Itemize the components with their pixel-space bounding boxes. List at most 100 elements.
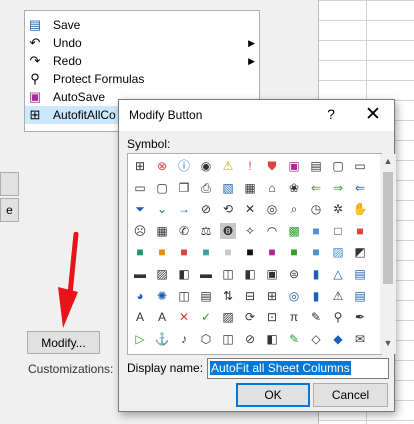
symbol-cell[interactable]: ▨	[220, 309, 236, 325]
symbol-cell[interactable]: ▭	[352, 158, 368, 174]
symbol-cell[interactable]: ⚠	[330, 288, 346, 304]
symbol-cell[interactable]: ◫	[176, 288, 192, 304]
symbol-cell[interactable]: ⟳	[242, 309, 258, 325]
symbol-cell[interactable]: ◷	[308, 201, 324, 217]
symbol-cell[interactable]: ⎙	[198, 180, 214, 196]
symbol-cell[interactable]: ◎	[286, 288, 302, 304]
symbol-cell[interactable]: ⊘	[242, 331, 258, 347]
close-button[interactable]: ✕	[359, 103, 387, 126]
symbol-cell[interactable]: !	[242, 158, 258, 174]
symbol-cell[interactable]: A	[132, 309, 148, 325]
symbol-cell[interactable]: ▤	[352, 266, 368, 282]
symbol-cell[interactable]: ■	[154, 244, 170, 260]
symbol-cell[interactable]: ▦	[154, 223, 170, 239]
symbol-cell[interactable]: ⊞	[132, 158, 148, 174]
symbol-cell[interactable]: ⇅	[220, 288, 236, 304]
symbol-cell[interactable]: ✲	[330, 201, 346, 217]
cancel-button[interactable]: Cancel	[313, 383, 388, 407]
symbol-cell[interactable]: ✕	[242, 201, 258, 217]
symbol-cell[interactable]: ▢	[154, 180, 170, 196]
symbol-cell[interactable]: ◫	[220, 266, 236, 282]
symbol-cell[interactable]: ⊞	[264, 288, 280, 304]
symbol-cell[interactable]: ▤	[198, 288, 214, 304]
symbol-cell[interactable]: ⊗	[154, 158, 170, 174]
symbol-cell[interactable]: ❀	[286, 180, 302, 196]
symbol-cell[interactable]: ✒	[352, 309, 368, 325]
symbol-cell[interactable]: ✺	[154, 288, 170, 304]
symbol-cell[interactable]: ◧	[264, 331, 280, 347]
symbol-cell[interactable]: ◧	[176, 266, 192, 282]
symbol-cell[interactable]: ⚠	[220, 158, 236, 174]
symbol-cell[interactable]: ■	[308, 244, 324, 260]
symbol-cell[interactable]: ▢	[330, 158, 346, 174]
symbol-cell[interactable]: ☹	[132, 223, 148, 239]
symbol-scrollbar[interactable]: ▲ ▼	[380, 154, 396, 354]
symbol-cell[interactable]: ⊟	[242, 288, 258, 304]
symbol-cell[interactable]: ⇐	[308, 180, 324, 196]
symbol-cell[interactable]: ▤	[308, 158, 324, 174]
side-button-2[interactable]: e	[0, 198, 19, 222]
symbol-cell[interactable]: ▩	[286, 223, 302, 239]
symbol-cell[interactable]: ▧	[220, 180, 236, 196]
symbol-cell[interactable]: ■	[198, 244, 214, 260]
modify-button[interactable]: Modify...	[27, 331, 100, 354]
symbol-cell[interactable]: ■	[176, 244, 192, 260]
symbol-cell[interactable]: ▣	[286, 158, 302, 174]
symbol-cell[interactable]: ■	[242, 244, 258, 260]
scroll-up-icon[interactable]: ▲	[380, 156, 396, 170]
symbol-cell[interactable]: ◩	[352, 244, 368, 260]
help-button[interactable]: ?	[323, 106, 339, 122]
symbol-cell[interactable]: ▮	[308, 288, 324, 304]
symbol-cell[interactable]: ⛊	[264, 158, 280, 174]
scroll-thumb[interactable]	[383, 172, 393, 284]
symbol-cell[interactable]: ✕	[176, 309, 192, 325]
symbol-cell[interactable]: ⊡	[264, 309, 280, 325]
symbol-cell[interactable]: ■	[220, 244, 236, 260]
symbol-cell[interactable]: ▷	[132, 331, 148, 347]
symbol-cell[interactable]: ■	[132, 244, 148, 260]
symbol-cell[interactable]: ▣	[264, 266, 280, 282]
symbol-cell[interactable]: ■	[352, 223, 368, 239]
symbol-cell[interactable]: ⌕	[286, 201, 302, 217]
symbol-cell[interactable]: ⊘	[198, 201, 214, 217]
symbol-cell[interactable]: ◧	[242, 266, 258, 282]
symbol-cell[interactable]: ✆	[176, 223, 192, 239]
symbol-cell[interactable]: ▤	[352, 288, 368, 304]
scroll-down-icon[interactable]: ▼	[380, 338, 396, 352]
symbol-cell[interactable]: ◇	[308, 331, 324, 347]
command-item-save[interactable]: ▤ Save	[25, 16, 259, 34]
symbol-cell[interactable]: ❐	[176, 180, 192, 196]
symbol-cell[interactable]: ▬	[132, 266, 148, 282]
symbol-cell[interactable]: ✋	[352, 201, 368, 217]
symbol-cell[interactable]: →	[176, 201, 192, 217]
symbol-cell[interactable]: ⚲	[330, 309, 346, 325]
symbol-cell[interactable]: ◎	[264, 201, 280, 217]
symbol-cell[interactable]: ▮	[308, 266, 324, 282]
symbol-cell[interactable]: ◫	[220, 331, 236, 347]
symbol-cell[interactable]: ⇐	[352, 180, 368, 196]
command-item-protect-formulas[interactable]: ⚲ Protect Formulas	[25, 70, 259, 88]
symbol-cell[interactable]: □	[330, 223, 346, 239]
symbol-cell[interactable]: ✧	[242, 223, 258, 239]
symbol-cell[interactable]: ✎	[308, 309, 324, 325]
symbol-cell[interactable]: ⌄	[154, 201, 170, 217]
symbol-cell[interactable]: ▨	[154, 266, 170, 282]
symbol-cell[interactable]: ⌂	[264, 180, 280, 196]
symbol-cell[interactable]: ⓘ	[176, 158, 192, 174]
symbol-cell[interactable]: ▭	[132, 180, 148, 196]
symbol-cell[interactable]: ◆	[330, 331, 346, 347]
symbol-cell[interactable]: ❽	[220, 222, 236, 239]
symbol-cell[interactable]: △	[330, 266, 346, 282]
symbol-cell[interactable]: ▨	[330, 244, 346, 260]
symbol-cell[interactable]: ◕	[132, 288, 148, 304]
symbol-cell[interactable]: ⊜	[286, 266, 302, 282]
symbol-grid[interactable]: ▲ ▼ ⊞ ⊗ ⓘ ◉ ⚠! ⛊ ▣ ▤ ▢ ▭ ▭ ▢ ❐ ⎙ ▧ ▦ ⌂ ❀ ⇐ ⇒ ⇐ ⏷ ⌄ → ⊘ ⟲ ✕ ◎ ⌕ ◷ ✲ ✋ ☹ ▦ ✆…	[127, 153, 396, 355]
symbol-cell[interactable]: ⇒	[330, 180, 346, 196]
command-item-undo[interactable]: ↶ Undo ▶	[25, 34, 259, 52]
symbol-cell[interactable]: ✎	[286, 331, 302, 347]
symbol-cell[interactable]: ▬	[198, 266, 214, 282]
symbol-cell[interactable]: ⚓	[154, 331, 170, 347]
symbol-cell[interactable]: ⚖	[198, 223, 214, 239]
symbol-cell[interactable]: ⟲	[220, 201, 236, 217]
symbol-cell[interactable]: ⬡	[198, 331, 214, 347]
